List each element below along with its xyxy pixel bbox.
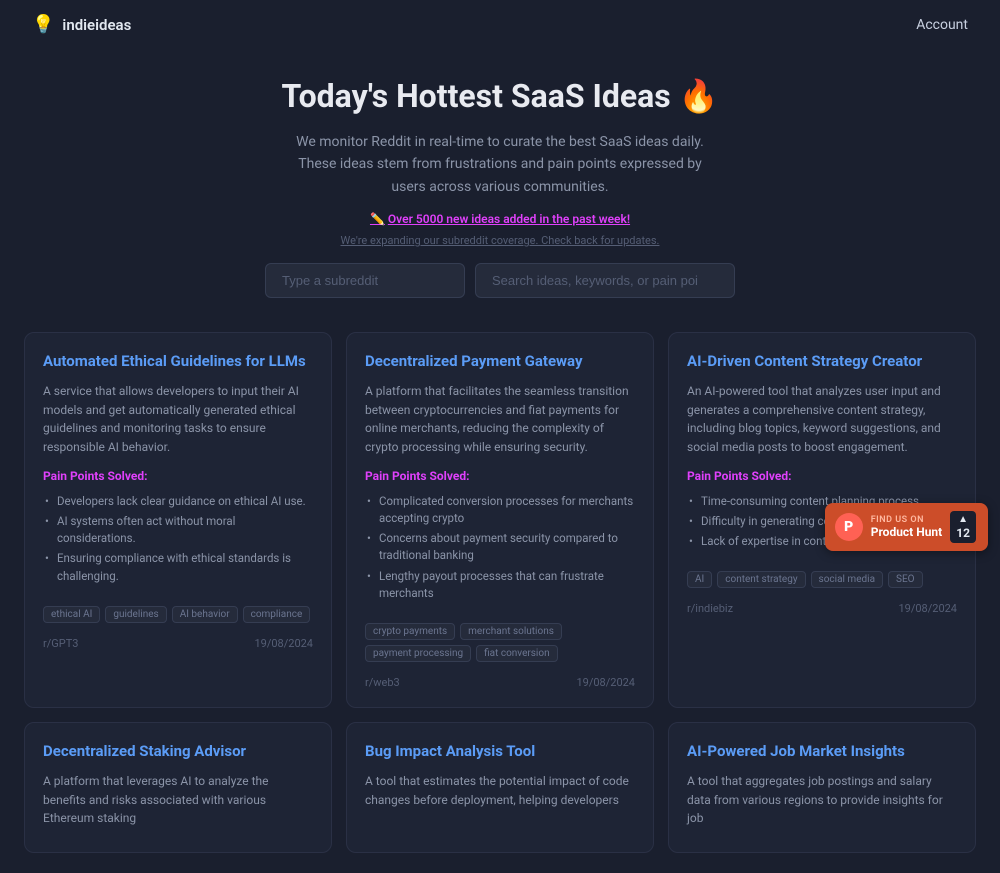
card-subreddit: r/indiebiz [687, 602, 733, 615]
product-hunt-badge[interactable]: P FIND US ON Product Hunt ▲ 12 [825, 503, 988, 551]
ph-name-label: Product Hunt [871, 525, 942, 539]
card-description: A service that allows developers to inpu… [43, 382, 313, 456]
ph-arrow-icon: ▲ [958, 514, 968, 526]
card-title: Automated Ethical Guidelines for LLMs [43, 351, 313, 372]
card-footer: r/GPT3 19/08/2024 [43, 637, 313, 650]
badge-text: Over 5000 new ideas added in the past we… [388, 212, 630, 226]
search-inputs [20, 263, 980, 298]
hero-badge: ✏️ Over 5000 new ideas added in the past… [20, 212, 980, 226]
ph-text: FIND US ON Product Hunt [871, 515, 942, 539]
pain-point-item: AI systems often act without moral consi… [43, 513, 313, 548]
pain-point-item: Complicated conversion processes for mer… [365, 493, 635, 528]
card-item[interactable]: Bug Impact Analysis Tool A tool that est… [346, 722, 654, 853]
pain-point-item: Lengthy payout processes that can frustr… [365, 568, 635, 603]
card-footer: r/web3 19/08/2024 [365, 676, 635, 689]
tag-item: payment processing [365, 645, 471, 662]
pain-points-list: Developers lack clear guidance on ethica… [43, 493, 313, 588]
logo-text: indieideas [62, 16, 131, 34]
card-title: Decentralized Staking Advisor [43, 741, 313, 762]
ph-vote-count: ▲ 12 [950, 511, 976, 543]
tags: ethical AI guidelines AI behavior complianc… [43, 606, 313, 623]
logo[interactable]: 💡 indieideas [32, 14, 131, 35]
tag-item: AI [687, 571, 712, 588]
pain-points-label: Pain Points Solved: [687, 469, 957, 483]
pain-point-item: Developers lack clear guidance on ethica… [43, 493, 313, 510]
card-date: 19/08/2024 [898, 602, 957, 615]
card-item[interactable]: Decentralized Payment Gateway A platform… [346, 332, 654, 708]
card-description: A tool that estimates the potential impa… [365, 772, 635, 809]
tag-item: social media [811, 571, 883, 588]
card-description: A platform that leverages AI to analyze … [43, 772, 313, 828]
tags: AI content strategy social media SEO [687, 571, 957, 588]
tag-item: ethical AI [43, 606, 100, 623]
pain-point-item: Ensuring compliance with ethical standar… [43, 550, 313, 585]
card-subreddit: r/GPT3 [43, 637, 78, 650]
tag-item: content strategy [717, 571, 805, 588]
badge-icon: ✏️ [370, 212, 385, 226]
card-date: 19/08/2024 [254, 637, 313, 650]
pain-points-label: Pain Points Solved: [43, 469, 313, 483]
logo-icon: 💡 [32, 14, 54, 35]
pain-points-label: Pain Points Solved: [365, 469, 635, 483]
cards-grid: Automated Ethical Guidelines for LLMs A … [0, 318, 1000, 873]
page-title: Today's Hottest SaaS Ideas 🔥 [20, 77, 980, 115]
card-title: AI-Driven Content Strategy Creator [687, 351, 957, 372]
tag-item: guidelines [105, 606, 166, 623]
tags: crypto payments merchant solutions payment… [365, 623, 635, 662]
card-item[interactable]: Decentralized Staking Advisor A platform… [24, 722, 332, 853]
hero-section: Today's Hottest SaaS Ideas 🔥 We monitor … [0, 49, 1000, 318]
pain-points-list: Complicated conversion processes for mer… [365, 493, 635, 606]
card-footer: r/indiebiz 19/08/2024 [687, 602, 957, 615]
subreddit-input[interactable] [265, 263, 465, 298]
tag-item: AI behavior [172, 606, 238, 623]
ph-logo-icon: P [835, 513, 863, 541]
tag-item: compliance [243, 606, 311, 623]
card-item[interactable]: Automated Ethical Guidelines for LLMs A … [24, 332, 332, 708]
card-description: A platform that facilitates the seamless… [365, 382, 635, 456]
ph-find-us: FIND US ON [871, 515, 942, 525]
tag-item: SEO [888, 571, 923, 588]
card-description: A tool that aggregates job postings and … [687, 772, 957, 828]
card-item[interactable]: AI-Powered Job Market Insights A tool th… [668, 722, 976, 853]
hero-subtext: We're expanding our subreddit coverage. … [20, 234, 980, 247]
card-title: AI-Powered Job Market Insights [687, 741, 957, 762]
tag-item: crypto payments [365, 623, 455, 640]
pain-point-item: Concerns about payment security compared… [365, 530, 635, 565]
hero-subtitle: We monitor Reddit in real-time to curate… [280, 131, 720, 198]
card-title: Decentralized Payment Gateway [365, 351, 635, 372]
account-link[interactable]: Account [916, 17, 968, 33]
card-subreddit: r/web3 [365, 676, 400, 689]
tag-item: merchant solutions [460, 623, 562, 640]
card-description: An AI-powered tool that analyzes user in… [687, 382, 957, 456]
navbar: 💡 indieideas Account [0, 0, 1000, 49]
tag-item: fiat conversion [476, 645, 557, 662]
ph-count-number: 12 [956, 526, 970, 540]
card-title: Bug Impact Analysis Tool [365, 741, 635, 762]
card-date: 19/08/2024 [576, 676, 635, 689]
search-input[interactable] [475, 263, 735, 298]
